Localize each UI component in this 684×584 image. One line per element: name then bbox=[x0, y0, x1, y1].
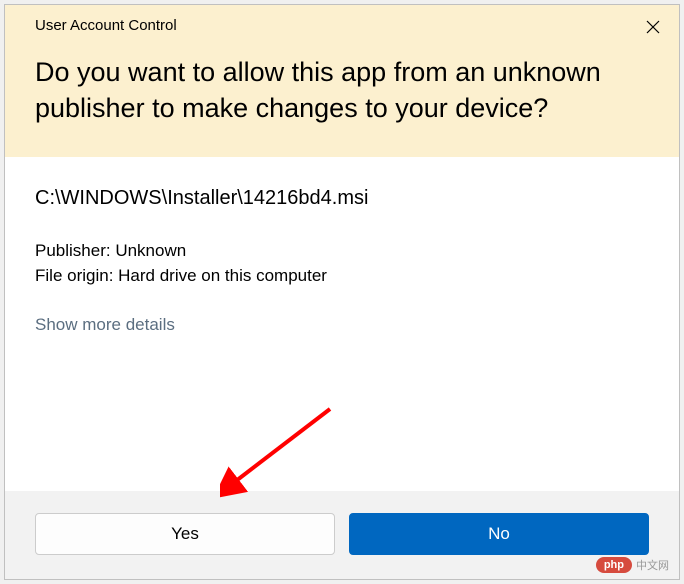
dialog-title: User Account Control bbox=[35, 17, 649, 34]
yes-button[interactable]: Yes bbox=[35, 513, 335, 555]
watermark-text: 中文网 bbox=[636, 557, 669, 573]
show-more-details-link[interactable]: Show more details bbox=[35, 315, 175, 335]
dialog-footer: Yes No bbox=[5, 491, 679, 579]
close-icon bbox=[646, 20, 660, 34]
dialog-heading: Do you want to allow this app from an un… bbox=[35, 54, 649, 127]
no-button[interactable]: No bbox=[349, 513, 649, 555]
uac-dialog: User Account Control Do you want to allo… bbox=[4, 4, 680, 580]
publisher-line: Publisher: Unknown bbox=[35, 238, 649, 264]
file-path: C:\WINDOWS\Installer\14216bd4.msi bbox=[35, 187, 649, 210]
info-block: Publisher: Unknown File origin: Hard dri… bbox=[35, 238, 649, 289]
dialog-header: User Account Control Do you want to allo… bbox=[5, 5, 679, 157]
dialog-body: C:\WINDOWS\Installer\14216bd4.msi Publis… bbox=[5, 157, 679, 491]
close-button[interactable] bbox=[637, 11, 669, 43]
watermark-pill: php bbox=[596, 557, 632, 573]
origin-line: File origin: Hard drive on this computer bbox=[35, 263, 649, 289]
watermark: php 中文网 bbox=[596, 557, 669, 573]
